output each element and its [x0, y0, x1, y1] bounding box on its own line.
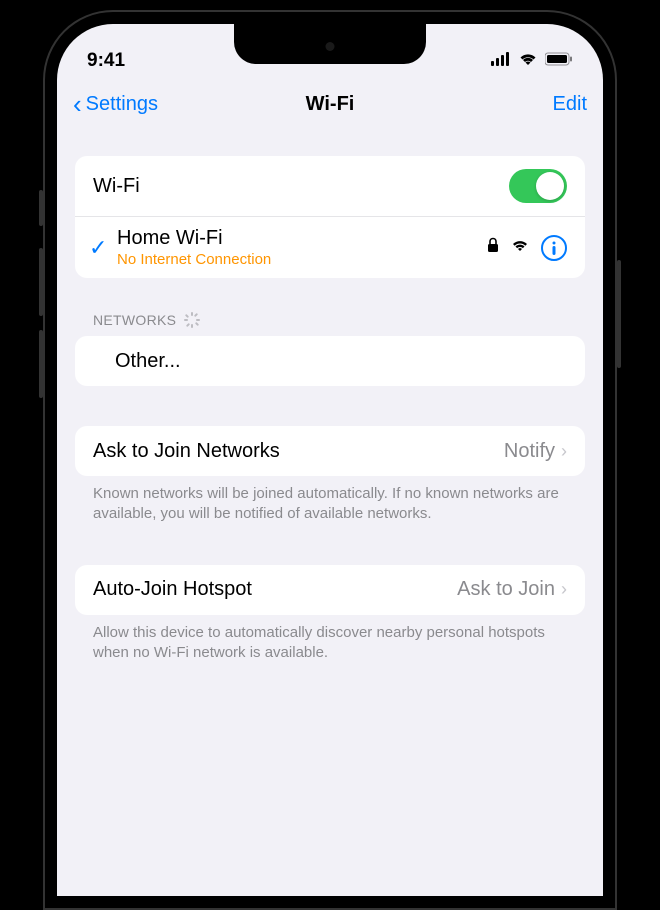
auto-hotspot-value: Ask to Join — [457, 578, 555, 601]
wifi-icon — [518, 52, 538, 71]
nav-bar: ‹ Settings Wi-Fi Edit — [57, 80, 603, 128]
wifi-section: Wi-Fi ✓ Home Wi-Fi No Internet Connectio… — [75, 156, 585, 278]
page-title: Wi-Fi — [306, 93, 355, 116]
ask-join-label: Ask to Join Networks — [93, 440, 280, 463]
network-status: No Internet Connection — [117, 251, 487, 268]
checkmark-icon: ✓ — [89, 235, 117, 261]
auto-hotspot-footer: Allow this device to automatically disco… — [75, 615, 585, 664]
back-label: Settings — [86, 93, 158, 116]
lock-icon — [487, 237, 499, 258]
spinner-icon — [184, 312, 200, 328]
other-label: Other... — [93, 350, 181, 373]
wifi-toggle-row: Wi-Fi — [75, 156, 585, 216]
chevron-left-icon: ‹ — [73, 89, 82, 120]
edit-button[interactable]: Edit — [553, 93, 587, 116]
chevron-right-icon: › — [561, 579, 567, 600]
back-button[interactable]: ‹ Settings — [73, 89, 158, 120]
battery-icon — [545, 52, 573, 71]
info-button[interactable] — [541, 235, 567, 261]
cellular-icon — [491, 52, 511, 71]
ask-join-value: Notify — [504, 440, 555, 463]
chevron-right-icon: › — [561, 441, 567, 462]
other-network-row[interactable]: Other... — [75, 336, 585, 386]
auto-hotspot-label: Auto-Join Hotspot — [93, 578, 252, 601]
wifi-toggle[interactable] — [509, 169, 567, 203]
auto-hotspot-row[interactable]: Auto-Join Hotspot Ask to Join › — [75, 565, 585, 615]
status-time: 9:41 — [87, 50, 125, 72]
wifi-signal-icon — [511, 238, 529, 257]
connected-network-row[interactable]: ✓ Home Wi-Fi No Internet Connection — [75, 216, 585, 278]
notch — [234, 24, 426, 64]
ask-to-join-row[interactable]: Ask to Join Networks Notify › — [75, 426, 585, 476]
ask-join-footer: Known networks will be joined automatica… — [75, 476, 585, 525]
wifi-toggle-label: Wi-Fi — [93, 175, 140, 198]
network-name: Home Wi-Fi — [117, 227, 487, 250]
networks-header: NETWORKS — [75, 278, 585, 336]
